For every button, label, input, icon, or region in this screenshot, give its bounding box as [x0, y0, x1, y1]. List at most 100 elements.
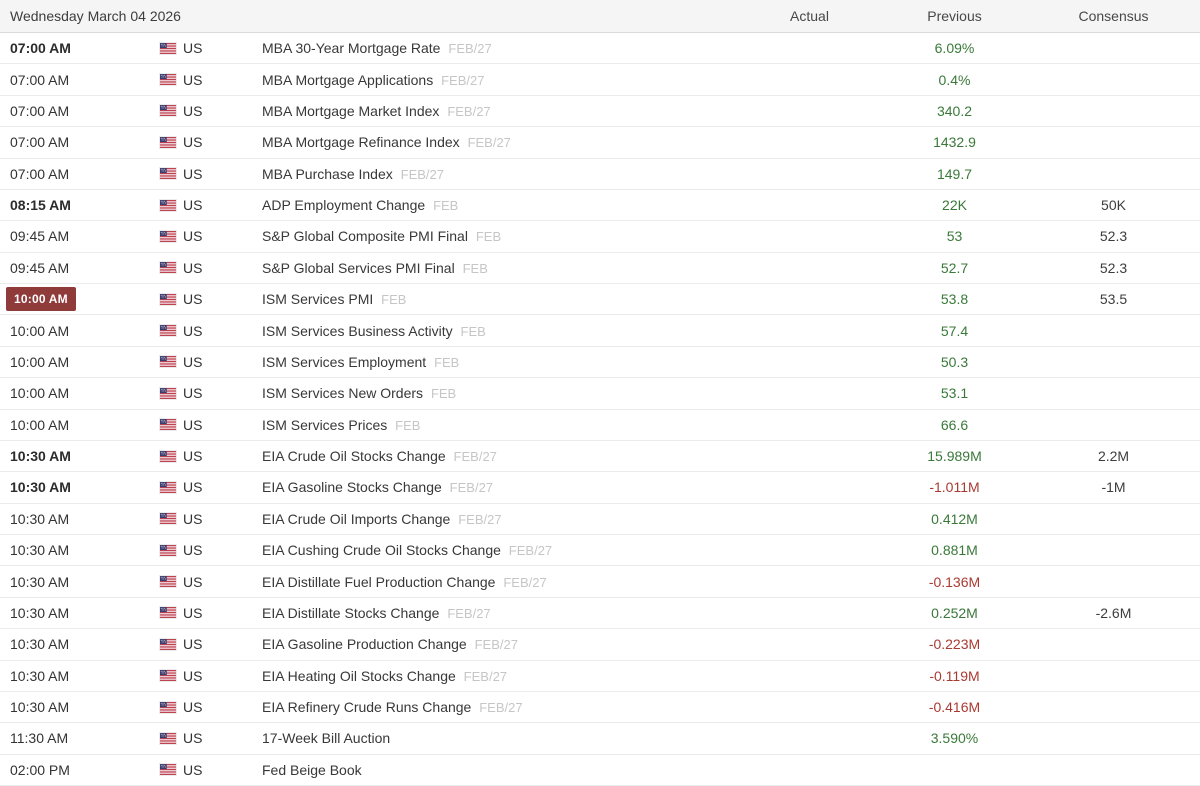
event-cell[interactable]: EIA Gasoline Stocks Change FEB/27	[262, 479, 737, 495]
country-cell[interactable]: US	[160, 197, 262, 213]
country-cell[interactable]: US	[160, 166, 262, 182]
previous-value: 0.881M	[882, 542, 1027, 558]
table-row[interactable]: 10:30 AM	[0, 629, 1200, 660]
event-cell[interactable]: MBA Mortgage Market Index FEB/27	[262, 103, 737, 119]
table-row[interactable]: 10:30 AM	[0, 504, 1200, 535]
table-row[interactable]: 10:00 AM	[0, 410, 1200, 441]
event-cell[interactable]: EIA Gasoline Production Change FEB/27	[262, 636, 737, 652]
table-row[interactable]: 10:00 AM	[0, 284, 1200, 315]
event-cell[interactable]: MBA Purchase Index FEB/27	[262, 166, 737, 182]
previous-value: -0.223M	[882, 636, 1027, 652]
event-cell[interactable]: EIA Heating Oil Stocks Change FEB/27	[262, 668, 737, 684]
country-cell[interactable]: US	[160, 448, 262, 464]
us-flag-icon	[160, 419, 176, 430]
country-label: US	[183, 385, 202, 401]
table-row[interactable]: 08:15 AM	[0, 190, 1200, 221]
table-row[interactable]: 07:00 AM	[0, 127, 1200, 158]
table-row[interactable]: 09:45 AM	[0, 253, 1200, 284]
consensus-value: 53.5	[1027, 291, 1200, 307]
event-cell[interactable]: MBA Mortgage Applications FEB/27	[262, 72, 737, 88]
time-cell: 09:45 AM	[0, 228, 160, 244]
reference-period: FEB/27	[479, 700, 522, 715]
country-cell[interactable]: US	[160, 291, 262, 307]
table-row[interactable]: 09:45 AM	[0, 221, 1200, 252]
country-cell[interactable]: US	[160, 699, 262, 715]
reference-period: FEB/27	[441, 73, 484, 88]
event-cell[interactable]: ISM Services Employment FEB	[262, 354, 737, 370]
event-cell[interactable]: EIA Crude Oil Imports Change FEB/27	[262, 511, 737, 527]
table-row[interactable]: 10:30 AM	[0, 692, 1200, 723]
previous-value: 53.8	[882, 291, 1027, 307]
country-cell[interactable]: US	[160, 511, 262, 527]
event-name: MBA Purchase Index	[262, 166, 393, 182]
previous-value: -0.136M	[882, 574, 1027, 590]
table-row[interactable]: 11:30 AM	[0, 723, 1200, 754]
table-row[interactable]: 07:00 AM	[0, 33, 1200, 64]
event-cell[interactable]: EIA Crude Oil Stocks Change FEB/27	[262, 448, 737, 464]
table-row[interactable]: 07:00 AM	[0, 96, 1200, 127]
event-cell[interactable]: 17-Week Bill Auction	[262, 730, 737, 746]
event-cell[interactable]: ISM Services New Orders FEB	[262, 385, 737, 401]
country-cell[interactable]: US	[160, 40, 262, 56]
table-row[interactable]: 10:30 AM	[0, 472, 1200, 503]
table-row[interactable]: 10:00 AM	[0, 315, 1200, 346]
country-cell[interactable]: US	[160, 574, 262, 590]
reference-period: FEB/27	[468, 135, 511, 150]
country-cell[interactable]: US	[160, 228, 262, 244]
country-cell[interactable]: US	[160, 636, 262, 652]
event-cell[interactable]: Fed Beige Book	[262, 762, 737, 778]
event-cell[interactable]: EIA Distillate Fuel Production Change FE…	[262, 574, 737, 590]
table-row[interactable]: 10:30 AM	[0, 566, 1200, 597]
country-cell[interactable]: US	[160, 103, 262, 119]
country-cell[interactable]: US	[160, 134, 262, 150]
table-row[interactable]: 10:30 AM	[0, 661, 1200, 692]
table-row[interactable]: 07:00 AM	[0, 159, 1200, 190]
country-label: US	[183, 574, 202, 590]
country-cell[interactable]: US	[160, 260, 262, 276]
country-cell[interactable]: US	[160, 72, 262, 88]
table-row[interactable]: 10:00 AM	[0, 378, 1200, 409]
table-row[interactable]: 10:00 AM	[0, 347, 1200, 378]
country-cell[interactable]: US	[160, 417, 262, 433]
event-name: ISM Services New Orders	[262, 385, 423, 401]
event-cell[interactable]: EIA Distillate Stocks Change FEB/27	[262, 605, 737, 621]
table-row[interactable]: 10:30 AM	[0, 441, 1200, 472]
time-cell: 10:00 AM	[0, 323, 160, 339]
country-cell[interactable]: US	[160, 323, 262, 339]
event-cell[interactable]: S&P Global Services PMI Final FEB	[262, 260, 737, 276]
country-cell[interactable]: US	[160, 762, 262, 778]
event-cell[interactable]: EIA Cushing Crude Oil Stocks Change FEB/…	[262, 542, 737, 558]
event-name: EIA Gasoline Stocks Change	[262, 479, 442, 495]
table-row[interactable]: 07:00 AM	[0, 64, 1200, 95]
country-cell[interactable]: US	[160, 479, 262, 495]
event-cell[interactable]: ISM Services Prices FEB	[262, 417, 737, 433]
previous-value: 15.989M	[882, 448, 1027, 464]
previous-value: 0.4%	[882, 72, 1027, 88]
event-name: 17-Week Bill Auction	[262, 730, 390, 746]
event-cell[interactable]: EIA Refinery Crude Runs Change FEB/27	[262, 699, 737, 715]
column-header-previous: Previous	[882, 8, 1027, 24]
country-cell[interactable]: US	[160, 354, 262, 370]
country-cell[interactable]: US	[160, 668, 262, 684]
event-cell[interactable]: MBA Mortgage Refinance Index FEB/27	[262, 134, 737, 150]
event-time: 10:30 AM	[10, 605, 69, 621]
country-label: US	[183, 448, 202, 464]
time-cell: 10:30 AM	[0, 668, 160, 684]
event-time: 02:00 PM	[10, 762, 70, 778]
country-cell[interactable]: US	[160, 605, 262, 621]
table-row[interactable]: 10:30 AM	[0, 535, 1200, 566]
event-cell[interactable]: ADP Employment Change FEB	[262, 197, 737, 213]
reference-period: FEB/27	[447, 104, 490, 119]
country-cell[interactable]: US	[160, 730, 262, 746]
event-cell[interactable]: ISM Services PMI FEB	[262, 291, 737, 307]
table-row[interactable]: 02:00 PM	[0, 755, 1200, 786]
event-cell[interactable]: S&P Global Composite PMI Final FEB	[262, 228, 737, 244]
event-cell[interactable]: MBA 30-Year Mortgage Rate FEB/27	[262, 40, 737, 56]
previous-value: -1.011M	[882, 479, 1027, 495]
country-cell[interactable]: US	[160, 542, 262, 558]
table-row[interactable]: 10:30 AM	[0, 598, 1200, 629]
time-cell: 10:00 AM	[0, 287, 160, 311]
country-cell[interactable]: US	[160, 385, 262, 401]
event-cell[interactable]: ISM Services Business Activity FEB	[262, 323, 737, 339]
country-label: US	[183, 605, 202, 621]
